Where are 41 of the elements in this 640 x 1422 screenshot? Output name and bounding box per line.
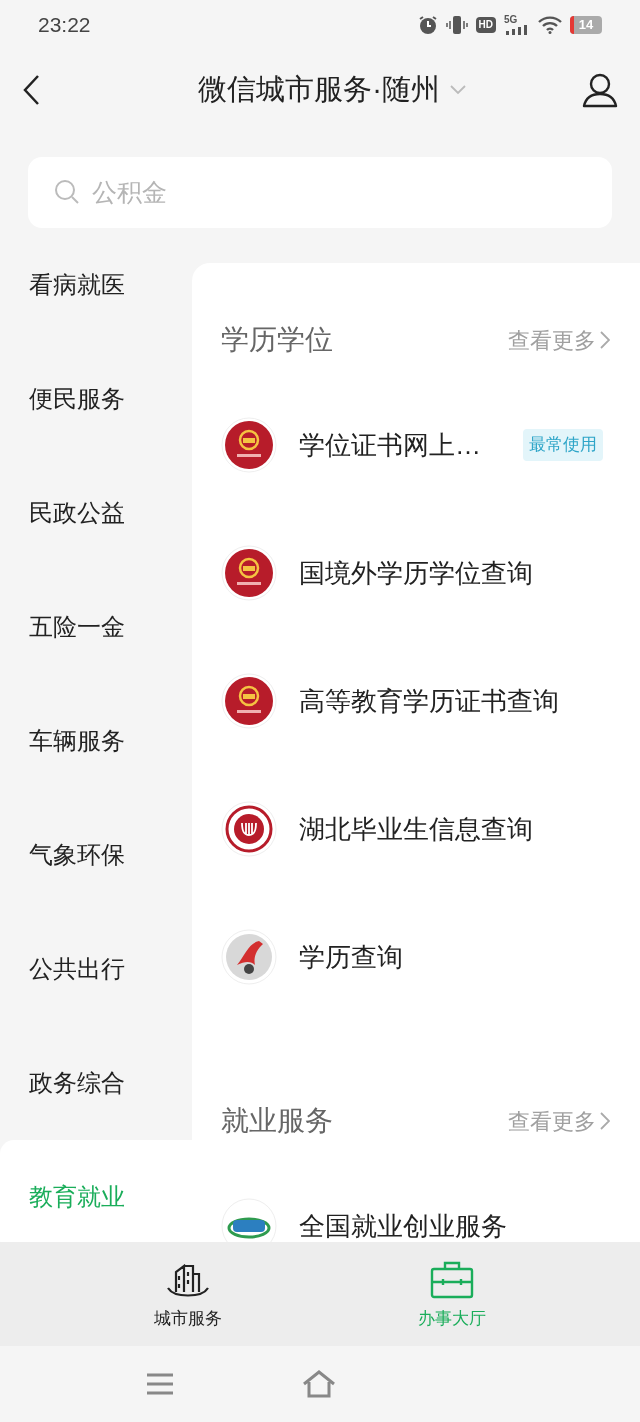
signal-icon (504, 25, 530, 35)
chevron-right-icon[interactable] (600, 1112, 610, 1130)
clock-time: 23:22 (38, 12, 91, 39)
alarm-icon (417, 15, 438, 35)
section-title: 就业服务 (221, 1104, 333, 1138)
wifi-icon (538, 16, 562, 34)
vibrate-icon (445, 15, 468, 35)
emblem-icon (221, 545, 277, 601)
menu-icon[interactable] (146, 1372, 174, 1396)
service-item[interactable]: 学历查询 (192, 893, 640, 1021)
chevron-down-icon[interactable] (449, 85, 466, 95)
sidebar-item[interactable]: 看病就医 (0, 228, 192, 342)
bird-logo-icon (221, 929, 277, 985)
battery-icon: 14 (570, 16, 602, 34)
sidebar-item[interactable]: 气象环保 (0, 798, 192, 912)
back-icon[interactable] (22, 74, 42, 106)
briefcase-icon (430, 1260, 474, 1300)
section-title: 学历学位 (221, 323, 333, 357)
search-field[interactable]: 公积金 (28, 157, 612, 228)
sidebar-item[interactable]: 便民服务 (0, 342, 192, 456)
chevron-right-icon[interactable] (600, 331, 610, 349)
service-item[interactable]: 高等教育学历证书查询 (192, 637, 640, 765)
home-icon[interactable] (302, 1370, 336, 1398)
search-icon (54, 179, 80, 205)
network-label: 5G (504, 15, 518, 25)
emblem-icon (221, 417, 277, 473)
profile-icon[interactable] (582, 72, 618, 108)
sidebar-item[interactable]: 车辆服务 (0, 684, 192, 798)
hd-badge: HD (475, 17, 496, 33)
service-item[interactable]: 国境外学历学位查询 (192, 509, 640, 637)
lyre-emblem-icon (221, 801, 277, 857)
emblem-icon (221, 673, 277, 729)
tab-item[interactable]: 城市服务 (0, 1242, 320, 1346)
page-title: 微信城市服务·随州 (198, 72, 440, 108)
sidebar-item[interactable]: 民政公益 (0, 456, 192, 570)
sidebar-item[interactable]: 五险一金 (0, 570, 192, 684)
frequent-badge: 最常使用 (523, 429, 603, 461)
sidebar-item[interactable]: 公共出行 (0, 912, 192, 1026)
sidebar-item[interactable]: 政务综合 (0, 1026, 192, 1140)
service-item[interactable]: 湖北毕业生信息查询 (192, 765, 640, 893)
service-item[interactable]: 学位证书网上… 最常使用 (192, 381, 640, 509)
